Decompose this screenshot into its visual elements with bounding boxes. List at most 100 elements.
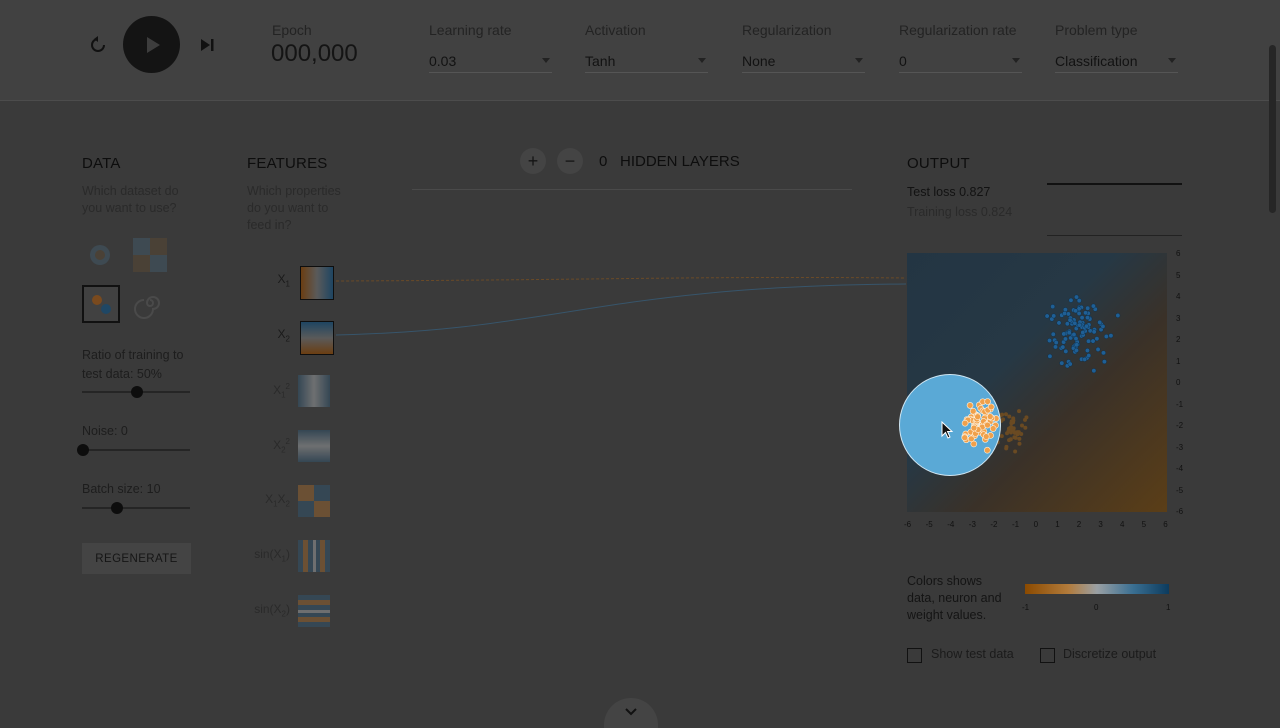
data-point-blue	[1074, 347, 1079, 353]
data-point-blue	[1101, 350, 1106, 356]
data-point-orange-highlighted	[989, 425, 997, 432]
y-tick: -3	[1176, 442, 1184, 452]
data-point-blue	[1073, 308, 1079, 314]
data-point-blue	[1060, 344, 1066, 350]
data-point-orange-highlighted	[974, 413, 981, 421]
data-point-blue	[1072, 320, 1078, 326]
data-point-orange	[1017, 409, 1022, 414]
y-tick: 1	[1176, 356, 1181, 366]
y-tick: -1	[1176, 399, 1184, 409]
color-legend-bar	[1025, 584, 1169, 594]
data-point-orange	[1003, 412, 1008, 417]
x-tick: -3	[968, 520, 976, 529]
legend-min: -1	[1022, 603, 1030, 612]
mouse-cursor-icon	[941, 421, 954, 439]
link-x2-output	[335, 283, 907, 336]
data-point-orange-highlighted	[984, 398, 991, 405]
loss-chart-line-top	[1047, 183, 1182, 185]
data-point-orange	[1007, 414, 1012, 419]
output-title: OUTPUT	[907, 155, 970, 172]
data-point-orange-highlighted	[968, 435, 975, 443]
data-point-orange-highlighted	[969, 407, 977, 415]
data-point-blue	[1080, 330, 1086, 335]
data-point-blue	[1079, 315, 1085, 321]
discretize-output-checkbox[interactable]	[1040, 648, 1055, 663]
data-point-blue	[1083, 310, 1088, 316]
data-point-blue	[1102, 359, 1107, 365]
data-point-orange-highlighted	[987, 403, 995, 411]
y-tick: -4	[1176, 464, 1184, 473]
data-point-orange-highlighted	[966, 402, 974, 409]
data-point-blue	[1091, 329, 1097, 335]
data-point-orange-highlighted	[984, 446, 991, 454]
data-point-blue	[1085, 315, 1090, 321]
data-point-orange	[999, 434, 1004, 439]
x-tick: -5	[925, 520, 933, 529]
x-tick: -1	[1012, 520, 1020, 529]
data-point-orange	[1024, 415, 1029, 420]
y-tick: -5	[1176, 485, 1184, 495]
x-tick: 6	[1163, 520, 1168, 529]
data-point-blue	[1050, 304, 1056, 310]
scrollbar[interactable]	[1269, 45, 1276, 213]
y-tick: 0	[1176, 378, 1181, 387]
data-point-blue	[1066, 330, 1072, 336]
x-tick: -6	[904, 520, 912, 529]
data-point-blue	[1047, 353, 1053, 359]
data-point-blue	[1063, 336, 1068, 342]
data-point-blue	[1091, 303, 1096, 309]
data-point-orange	[1015, 431, 1020, 436]
data-point-blue	[1085, 348, 1090, 353]
data-point-orange	[1009, 424, 1014, 429]
data-point-blue	[1053, 344, 1058, 350]
training-loss: Training loss 0.824	[907, 205, 1013, 219]
data-point-orange	[1023, 425, 1028, 430]
data-point-blue	[1115, 313, 1121, 318]
y-tick: -2	[1176, 421, 1184, 430]
x-tick: 3	[1098, 520, 1103, 529]
data-point-blue	[1056, 320, 1062, 326]
data-point-orange-highlighted	[961, 434, 969, 441]
legend-mid: 0	[1094, 603, 1099, 612]
data-point-blue	[1090, 338, 1096, 344]
data-point-orange	[1017, 441, 1022, 446]
data-point-blue	[1091, 368, 1097, 374]
data-point-orange-highlighted	[984, 421, 991, 429]
data-point-orange	[1012, 435, 1017, 440]
x-tick: 0	[1033, 520, 1039, 529]
data-point-blue	[1053, 340, 1059, 345]
discretize-output-label: Discretize output	[1063, 647, 1157, 661]
x-tick: 5	[1141, 520, 1147, 529]
data-point-blue	[1063, 348, 1069, 354]
data-point-blue	[1061, 331, 1067, 337]
data-point-blue	[1064, 321, 1070, 327]
show-test-data-checkbox[interactable]	[907, 648, 922, 663]
y-tick: 6	[1176, 249, 1181, 258]
data-point-orange	[1006, 429, 1011, 434]
data-point-orange	[1004, 446, 1009, 451]
data-point-blue	[1047, 338, 1052, 343]
x-tick: 2	[1076, 520, 1082, 529]
data-point-blue	[1067, 361, 1073, 367]
data-point-blue	[1050, 331, 1056, 337]
data-point-blue	[1044, 313, 1050, 319]
loss-chart-line-bottom	[1047, 235, 1182, 236]
y-tick: 4	[1176, 292, 1181, 301]
x-tick: 1	[1055, 520, 1060, 529]
data-point-blue	[1095, 347, 1101, 352]
data-point-orange-highlighted	[970, 424, 978, 432]
data-point-blue	[1094, 336, 1100, 342]
data-point-blue	[1077, 322, 1082, 328]
data-point-blue	[1076, 298, 1082, 304]
data-point-blue	[1074, 342, 1080, 348]
data-point-blue	[1073, 336, 1079, 342]
data-point-blue	[1082, 356, 1088, 362]
show-test-data-label: Show test data	[931, 647, 1014, 661]
data-point-blue	[1071, 332, 1077, 337]
data-point-blue	[1097, 319, 1103, 325]
data-point-orange	[1017, 436, 1022, 441]
data-point-orange-highlighted	[982, 433, 990, 440]
test-loss: Test loss 0.827	[907, 185, 991, 199]
y-tick: 2	[1176, 335, 1181, 344]
x-tick: -4	[947, 520, 955, 529]
